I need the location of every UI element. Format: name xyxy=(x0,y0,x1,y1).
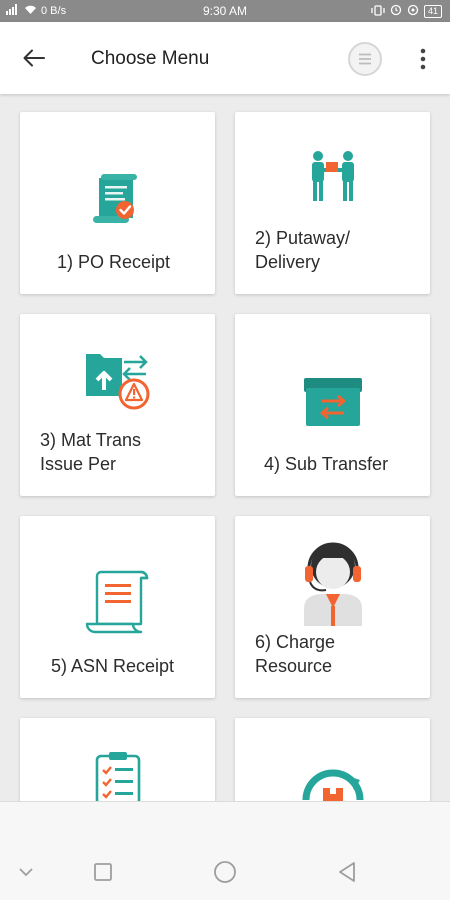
menu-item-checklist[interactable] xyxy=(20,718,215,801)
nav-collapse-button[interactable] xyxy=(8,854,44,890)
menu-item-asn-receipt[interactable]: 5) ASN Receipt xyxy=(20,516,215,698)
menu-item-mat-trans-issue[interactable]: 3) Mat Trans Issue Per xyxy=(20,314,215,496)
nav-home-button[interactable] xyxy=(207,854,243,890)
circle-icon xyxy=(214,861,236,883)
menu-item-sub-transfer[interactable]: 4) Sub Transfer xyxy=(235,314,430,496)
page-title: Choose Menu xyxy=(91,48,210,69)
list-icon xyxy=(359,53,371,65)
menu-item-label: 3) Mat Trans Issue Per xyxy=(40,430,142,474)
menu-item-label: 1) PO Receipt xyxy=(57,252,171,272)
app-bar: Choose Menu xyxy=(0,22,450,94)
menu-item-charge-resource[interactable]: 6) Charge Resource xyxy=(235,516,430,698)
arrow-back-icon xyxy=(23,49,45,67)
menu-item-label: 6) Charge Resource xyxy=(255,632,336,676)
more-options-button[interactable] xyxy=(410,42,436,76)
triangle-back-icon xyxy=(339,862,355,882)
sync-icon xyxy=(407,4,419,19)
nav-back-button[interactable] xyxy=(329,854,365,890)
menu-item-cycle[interactable] xyxy=(235,718,430,801)
menu-item-putaway-delivery[interactable]: 2) Putaway/ Delivery xyxy=(235,112,430,294)
asn-receipt-icon xyxy=(85,570,148,634)
vibrate-icon xyxy=(371,4,385,19)
po-receipt-icon xyxy=(92,174,137,223)
nav-recents-button[interactable] xyxy=(85,854,121,890)
status-right-icons: 41 xyxy=(371,4,442,19)
menu-item-label: 2) Putaway/ Delivery xyxy=(255,228,351,272)
status-bar: 0 B/s 9:30 AM 41 xyxy=(0,0,450,22)
alarm-icon xyxy=(390,4,402,19)
battery-indicator: 41 xyxy=(423,5,442,18)
menu-item-po-receipt[interactable]: 1) PO Receipt xyxy=(20,112,215,294)
mat-trans-issue-icon xyxy=(85,354,149,410)
system-nav-bar xyxy=(0,801,450,900)
menu-grid: 1) PO Receipt 2) Putaway/ Delivery 3) Ma… xyxy=(0,94,450,801)
cycle-count-icon xyxy=(302,769,363,801)
putaway-delivery-icon xyxy=(311,151,354,201)
sub-transfer-icon xyxy=(303,378,362,426)
list-view-button[interactable] xyxy=(348,42,382,76)
menu-item-label: 4) Sub Transfer xyxy=(264,454,389,474)
charge-resource-icon xyxy=(303,542,362,626)
square-icon xyxy=(94,863,112,881)
more-vert-icon xyxy=(420,48,426,70)
back-button[interactable] xyxy=(16,42,52,74)
checklist-icon xyxy=(95,752,140,801)
menu-item-label: 5) ASN Receipt xyxy=(51,656,175,676)
chevron-down-icon xyxy=(19,868,33,877)
